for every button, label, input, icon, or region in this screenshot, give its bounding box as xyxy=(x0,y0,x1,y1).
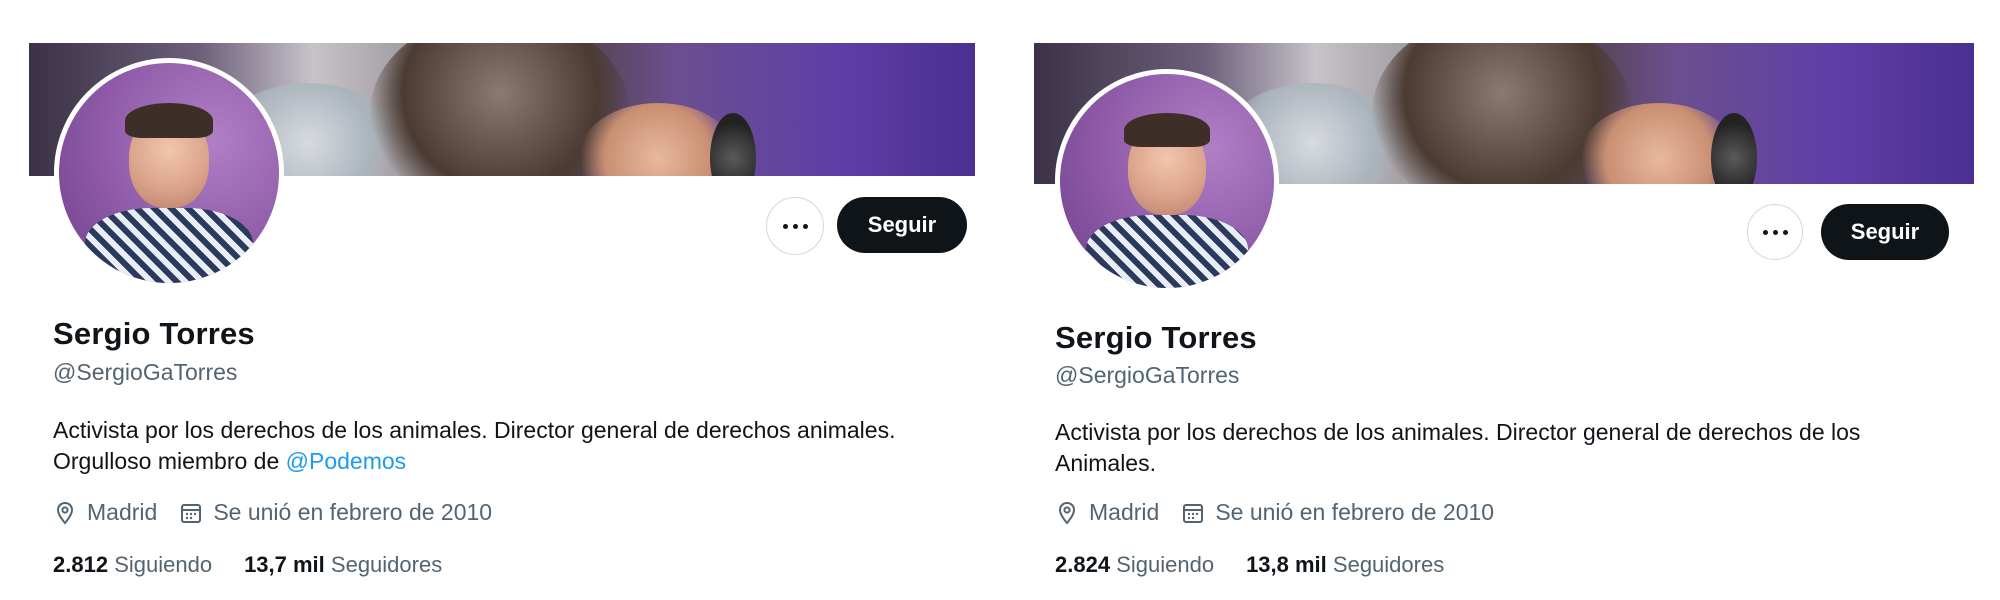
followers-count: 13,7 mil xyxy=(244,552,325,577)
location-text: Madrid xyxy=(1089,499,1160,525)
following-link[interactable]: 2.812 Siguiendo xyxy=(53,552,212,578)
profile-name: Sergio Torres xyxy=(53,316,255,351)
follow-button[interactable]: Seguir xyxy=(837,197,967,253)
profile-meta: Madrid Se unió en febrero de 2010 xyxy=(1055,499,1516,526)
calendar-icon xyxy=(181,503,202,523)
bio-mention-link[interactable]: @Podemos xyxy=(286,448,407,474)
following-count: 2.812 xyxy=(53,552,109,577)
profile-card-right: Seguir Sergio Torres @SergioGaTorres Act… xyxy=(1034,0,1974,600)
profile-stats: 2.812 Siguiendo 13,7 mil Seguidores xyxy=(53,552,474,578)
profile-card-left: Seguir Sergio Torres @SergioGaTorres Act… xyxy=(29,0,975,600)
follow-button[interactable]: Seguir xyxy=(1821,204,1949,260)
location-pin-icon xyxy=(56,501,74,524)
more-options-icon xyxy=(1762,229,1788,235)
followers-link[interactable]: 13,8 mil Seguidores xyxy=(1246,552,1444,578)
more-options-button[interactable] xyxy=(1747,204,1803,260)
more-options-icon xyxy=(782,223,808,229)
followers-count: 13,8 mil xyxy=(1246,552,1327,577)
profile-stats: 2.824 Siguiendo 13,8 mil Seguidores xyxy=(1055,552,1476,578)
joined-date: Se unió en febrero de 2010 xyxy=(213,499,493,525)
followers-label: Seguidores xyxy=(1332,552,1445,577)
bio-text: Activista por los derechos de los animal… xyxy=(1055,419,1861,476)
avatar[interactable] xyxy=(1055,69,1279,293)
avatar[interactable] xyxy=(54,58,284,288)
profile-bio: Activista por los derechos de los animal… xyxy=(1055,417,1955,479)
calendar-icon xyxy=(1183,503,1204,523)
profile-name: Sergio Torres xyxy=(1055,320,1257,355)
profile-handle: @SergioGaTorres xyxy=(53,359,238,385)
profile-bio: Activista por los derechos de los animal… xyxy=(53,415,973,477)
followers-link[interactable]: 13,7 mil Seguidores xyxy=(244,552,442,578)
following-count: 2.824 xyxy=(1055,552,1111,577)
followers-label: Seguidores xyxy=(330,552,443,577)
location-text: Madrid xyxy=(87,499,158,525)
following-label: Siguiendo xyxy=(1116,552,1215,577)
profile-handle: @SergioGaTorres xyxy=(1055,362,1240,388)
following-link[interactable]: 2.824 Siguiendo xyxy=(1055,552,1214,578)
bio-text: Activista por los derechos de los animal… xyxy=(53,417,896,474)
profile-meta: Madrid Se unió en febrero de 2010 xyxy=(53,499,514,526)
more-options-button[interactable] xyxy=(766,197,824,255)
following-label: Siguiendo xyxy=(114,552,213,577)
joined-date: Se unió en febrero de 2010 xyxy=(1215,499,1495,525)
location-pin-icon xyxy=(1058,501,1076,524)
